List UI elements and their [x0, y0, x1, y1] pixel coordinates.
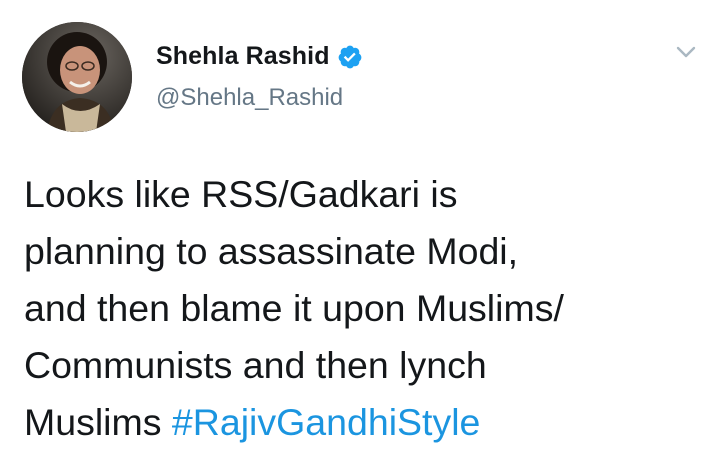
chevron-down-icon[interactable] — [674, 42, 698, 62]
tweet-text-line: planning to assassinate Modi, — [24, 230, 519, 272]
verified-badge-icon — [337, 44, 363, 70]
profile-photo — [22, 22, 132, 132]
tweet-text-line: and then blame it upon Muslims/ — [24, 287, 564, 329]
tweet-text: Looks like RSS/Gadkari is planning to as… — [24, 166, 694, 451]
tweet-card: Shehla Rashid @Shehla_Rashid Looks like … — [0, 0, 706, 449]
tweet-text-line: Looks like RSS/Gadkari is — [24, 173, 458, 215]
hashtag-link[interactable]: #RajivGandhiStyle — [172, 401, 481, 443]
avatar[interactable] — [22, 22, 132, 132]
tweet-text-line: Communists and then lynch — [24, 344, 487, 386]
display-name[interactable]: Shehla Rashid — [156, 42, 330, 71]
author-name-row: Shehla Rashid — [156, 42, 363, 71]
tweet-text-fragment: Muslims — [24, 401, 172, 443]
user-handle[interactable]: @Shehla_Rashid — [156, 84, 343, 112]
tweet-text-line-last: Muslims #RajivGandhiStyle — [24, 394, 694, 451]
